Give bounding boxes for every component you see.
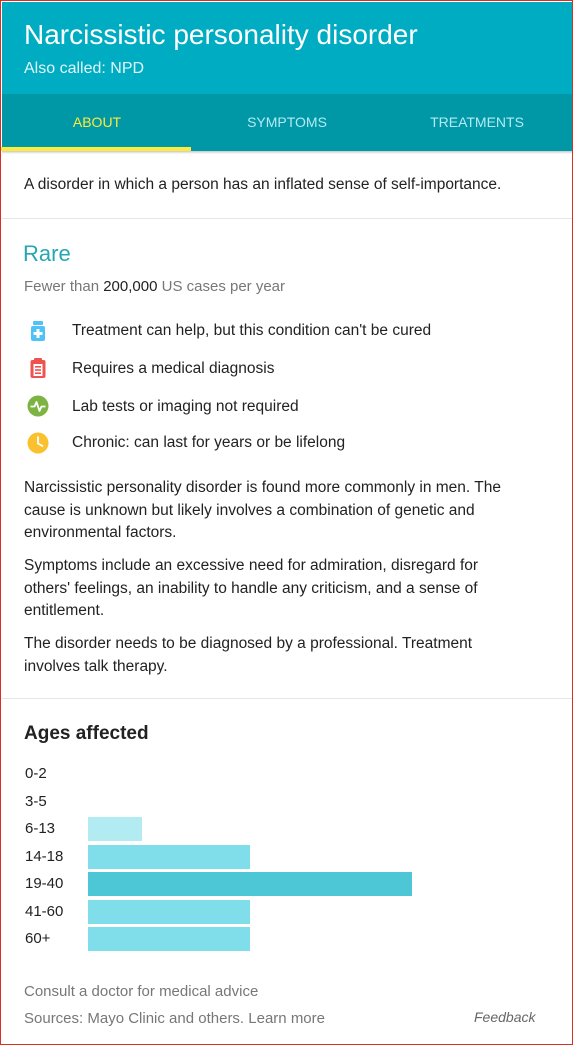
age-group-label: 0-2	[25, 765, 47, 782]
feedback-link[interactable]: Feedback	[474, 1009, 535, 1025]
fact-text: Requires a medical diagnosis	[72, 360, 275, 377]
clipboard-icon	[30, 358, 46, 378]
fact-text: Lab tests or imaging not required	[72, 398, 299, 415]
age-group-bar	[88, 927, 250, 951]
tab-symptoms[interactable]: SYMPTOMS	[192, 94, 382, 151]
age-group-bar	[88, 899, 250, 924]
ages-affected-title: Ages affected	[24, 723, 149, 744]
clock-icon	[27, 432, 49, 454]
card-header: Narcissistic personality disorder Also c…	[2, 2, 572, 94]
paragraph-line: cause is unknown but likely involves a c…	[24, 501, 475, 519]
medicine-bottle-icon	[31, 321, 45, 341]
paragraph-line: The disorder needs to be diagnosed by a …	[24, 635, 473, 652]
age-group-label: 41-60	[25, 902, 64, 920]
tab-bar: ABOUT SYMPTOMS TREATMENTS	[2, 94, 572, 151]
paragraph-line: Symptoms include an excessive need for a…	[24, 557, 479, 574]
tab-treatments[interactable]: TREATMENTS	[382, 94, 572, 151]
fact-text: Treatment can help, but this condition c…	[72, 322, 432, 339]
paragraph-line: Narcissistic personality disorder is fou…	[24, 479, 501, 496]
sources-text: Sources: Mayo Clinic and others.	[24, 1010, 245, 1027]
age-group-label: 60+	[25, 930, 51, 947]
prevalence-detail: Fewer than 200,000 US cases per year	[24, 278, 285, 295]
tab-about[interactable]: ABOUT	[2, 94, 192, 151]
paragraph-line: involves talk therapy.	[24, 657, 168, 675]
age-group-label: 19-40	[25, 875, 64, 892]
age-group-bar	[88, 872, 412, 896]
condition-title: Narcissistic personality disorder	[24, 19, 418, 50]
divider	[2, 218, 572, 219]
paragraph-line: environmental factors.	[24, 524, 177, 541]
condition-alias: Also called: NPD	[24, 60, 145, 77]
consult-note: Consult a doctor for medical advice	[24, 983, 259, 1000]
condition-summary: A disorder in which a person has an infl…	[24, 176, 502, 193]
paragraph-line: entitlement.	[24, 602, 105, 619]
age-group-label: 14-18	[25, 847, 64, 865]
age-group-bar	[88, 817, 142, 841]
divider	[2, 698, 572, 699]
heartbeat-icon	[27, 395, 49, 417]
age-group-label: 3-5	[25, 792, 47, 810]
prevalence-prefix: Fewer than	[24, 278, 100, 295]
fact-text: Chronic: can last for years or be lifelo…	[72, 434, 346, 451]
prevalence-label: Rare	[23, 241, 71, 266]
condition-card: Narcissistic personality disorder Also c…	[0, 0, 573, 1045]
paragraph-line: others' feelings, an inability to handle…	[24, 579, 478, 597]
sources-line: Sources: Mayo Clinic and others. Learn m…	[24, 1010, 325, 1027]
description-paragraph: The disorder needs to be diagnosed by a …	[24, 633, 554, 678]
age-group-label: 6-13	[25, 820, 56, 837]
description-paragraph: Narcissistic personality disorder is fou…	[24, 477, 554, 545]
description-paragraph: Symptoms include an excessive need for a…	[24, 555, 554, 623]
prevalence-suffix: US cases per year	[161, 278, 286, 295]
prevalence-count: 200,000	[103, 278, 158, 295]
tab-bar-shadow	[2, 151, 572, 154]
age-group-bar	[88, 844, 250, 869]
learn-more-link[interactable]: Learn more	[248, 1010, 325, 1027]
